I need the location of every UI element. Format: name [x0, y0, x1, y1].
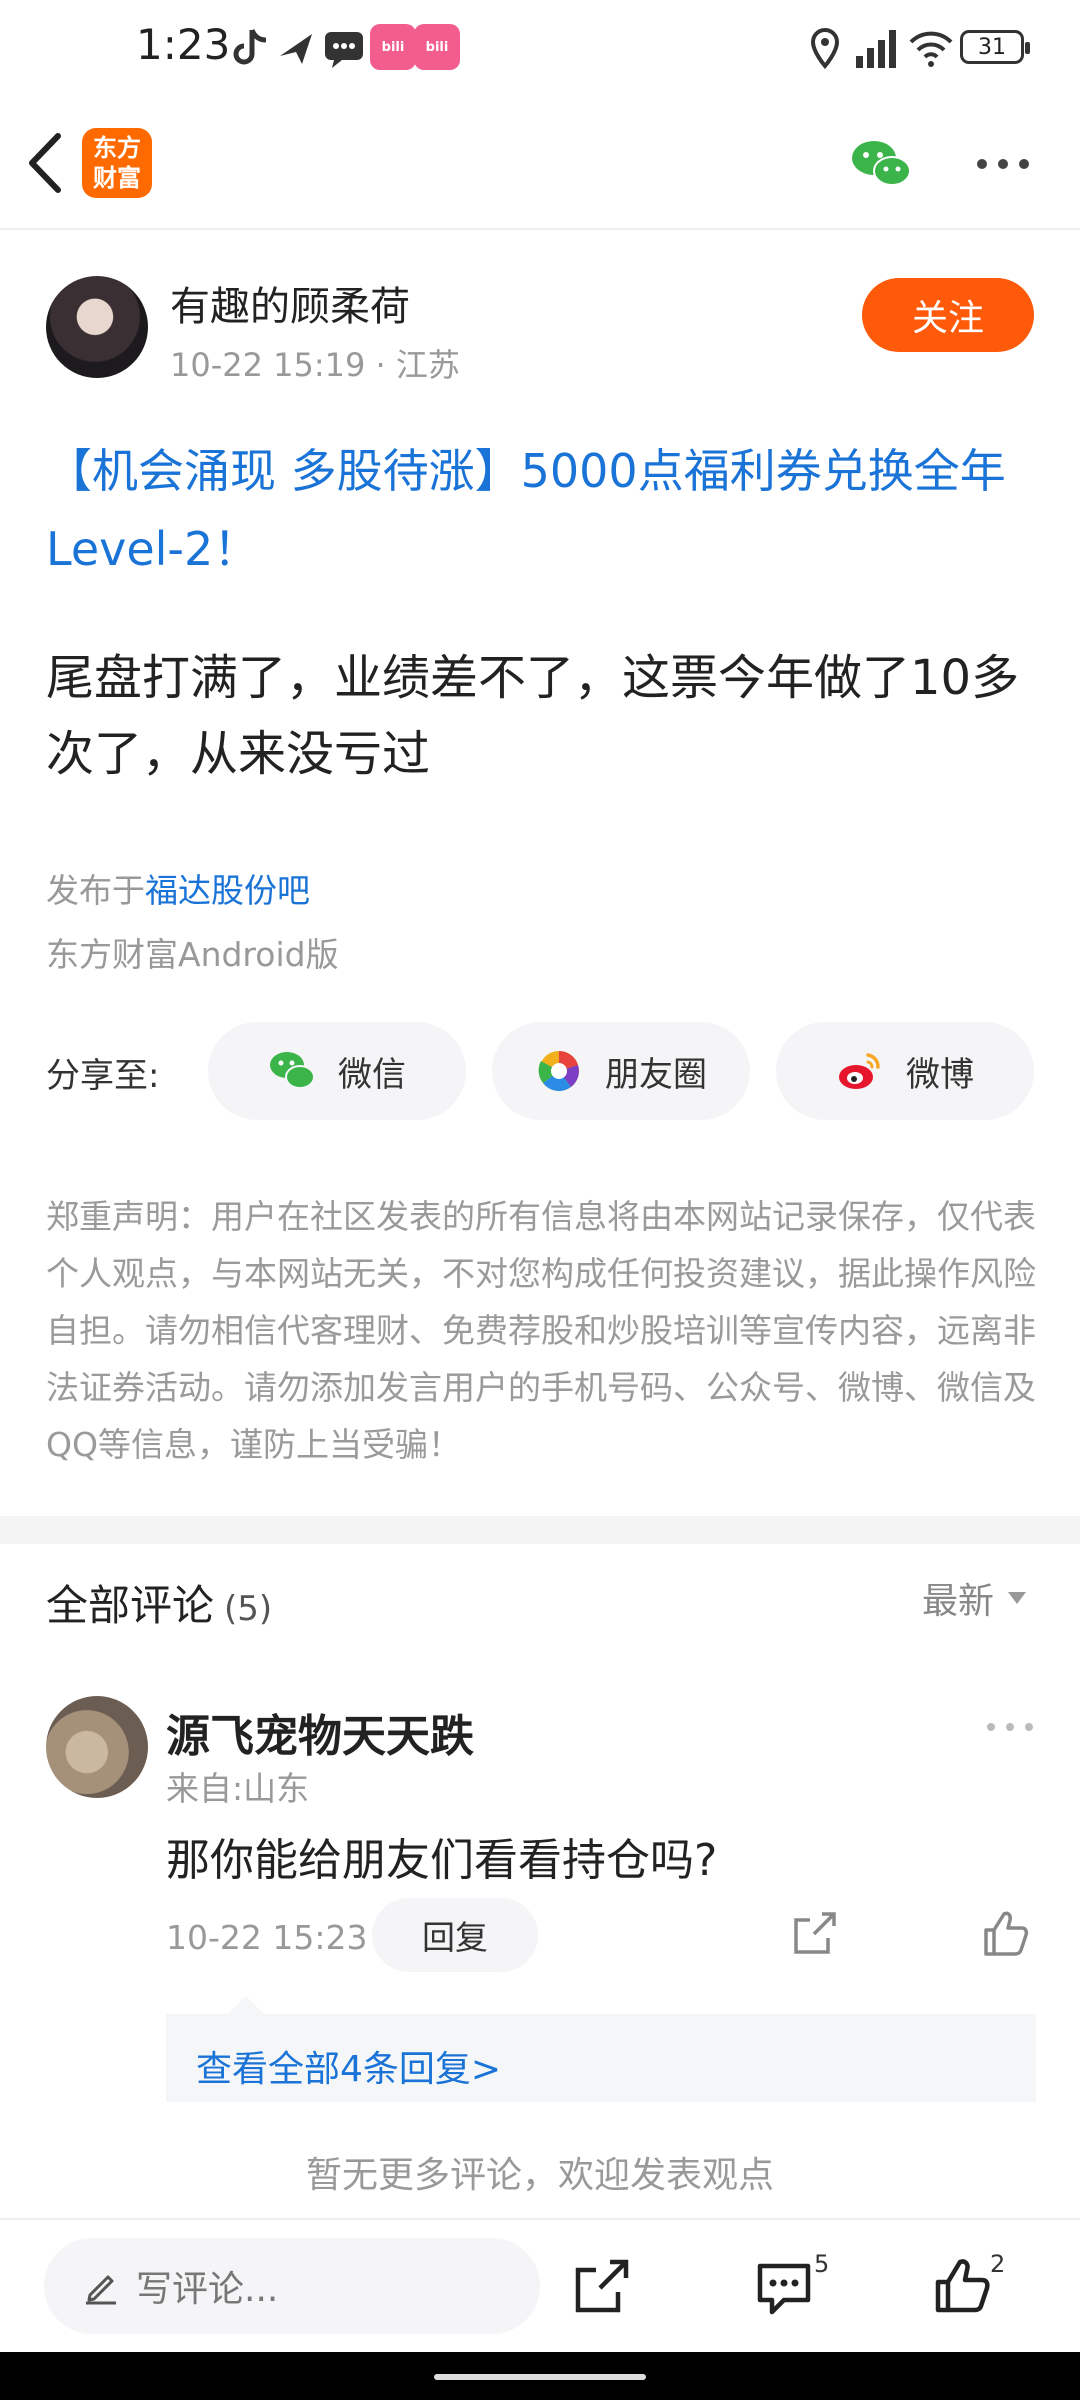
sort-label: 最新: [922, 1581, 995, 1622]
view-all-replies-link[interactable]: 查看全部4条回复>: [196, 2040, 501, 2092]
section-divider: [0, 1516, 1080, 1544]
posted-in-prefix: 发布于: [46, 871, 145, 910]
location-icon: [810, 27, 840, 70]
share-icon[interactable]: [792, 1910, 838, 1956]
battery-icon: 31: [960, 30, 1030, 64]
moments-icon: [538, 1051, 579, 1091]
post-body: 尾盘打满了，业绩差不了，这票今年做了10多次了，从来没亏过: [46, 650, 1020, 782]
bilibili-icon: bili: [370, 24, 416, 70]
post-title-link[interactable]: 【机会涌现 多股待涨】5000点福利券兑换全年Level-2！: [46, 432, 1036, 588]
reply-button[interactable]: 回复: [372, 1898, 538, 1972]
post-meta: 10-22 15:19 · 江苏: [170, 346, 460, 384]
more-options-icon[interactable]: [976, 158, 1030, 170]
caret-down-icon: [1008, 1592, 1027, 1604]
comment-input[interactable]: 写评论...: [44, 2238, 540, 2334]
logo-line-1: 东方: [93, 134, 141, 162]
follow-button[interactable]: 关注: [862, 278, 1034, 352]
share-moments-label: 朋友圈: [605, 1054, 707, 1095]
comments-count: (5): [224, 1589, 273, 1629]
author-name[interactable]: 有趣的顾柔荷: [170, 274, 410, 332]
comment-username[interactable]: 源飞宠物天天跌: [166, 1700, 474, 1764]
disclaimer-text: 郑重声明：用户在社区发表的所有信息将由本网站记录保存，仅代表个人观点，与本网站无…: [46, 1197, 1036, 1464]
like-count-badge: 2: [990, 2250, 1006, 2278]
stock-bar-link[interactable]: 福达股份吧: [145, 871, 310, 910]
bilibili-icon: bili: [414, 24, 460, 70]
comment-location: 来自:山东: [166, 1769, 310, 1808]
like-icon[interactable]: [980, 1908, 1030, 1958]
share-weibo-label: 微博: [906, 1054, 974, 1095]
share-wechat-button[interactable]: 微信: [208, 1022, 466, 1120]
wechat-icon: [270, 1052, 315, 1089]
share-external-icon[interactable]: [572, 2256, 632, 2316]
comments-title: 全部评论: [46, 1581, 215, 1630]
comment-more-icon[interactable]: [986, 1722, 1034, 1732]
comment-time: 10-22 15:23: [166, 1918, 368, 1957]
wechat-share-icon[interactable]: [850, 138, 912, 190]
logo-line-2: 财富: [93, 164, 141, 192]
share-label: 分享至:: [46, 1056, 160, 1096]
client-info: 东方财富Android版: [46, 935, 339, 974]
send-icon: [280, 34, 312, 64]
share-weibo-button[interactable]: 微博: [776, 1022, 1034, 1120]
tiktok-icon: [233, 28, 267, 65]
wifi-icon: [909, 31, 953, 67]
share-moments-button[interactable]: 朋友圈: [492, 1022, 750, 1120]
bottom-bar-divider: [0, 2218, 1080, 2220]
thumbs-up-icon[interactable]: [932, 2256, 992, 2316]
author-avatar[interactable]: [46, 276, 148, 378]
comments-header: 全部评论 (5): [46, 1572, 272, 1633]
home-indicator[interactable]: [434, 2374, 646, 2380]
pencil-icon: [86, 2275, 116, 2305]
replies-notch: [228, 1996, 264, 2014]
app-logo: 东方 财富: [82, 128, 152, 198]
cellular-signal-icon: [856, 30, 896, 68]
comment-count-badge: 5: [814, 2250, 830, 2278]
posted-in: 发布于福达股份吧: [46, 864, 310, 912]
weibo-icon: [839, 1053, 880, 1089]
status-time: 1:23: [136, 20, 231, 69]
share-wechat-label: 微信: [338, 1054, 406, 1095]
no-more-comments: 暂无更多评论，欢迎发表观点: [305, 2155, 774, 2196]
back-arrow-icon[interactable]: [22, 130, 72, 196]
comment-text: 那你能给朋友们看看持仓吗?: [166, 1835, 718, 1886]
header-divider: [0, 228, 1080, 230]
message-icon: [325, 32, 363, 68]
sort-dropdown[interactable]: 最新: [922, 1572, 1027, 1624]
comment-bubble-icon[interactable]: [754, 2258, 814, 2318]
comment-avatar[interactable]: [46, 1696, 148, 1798]
comment-input-placeholder: 写评论...: [136, 2269, 279, 2310]
